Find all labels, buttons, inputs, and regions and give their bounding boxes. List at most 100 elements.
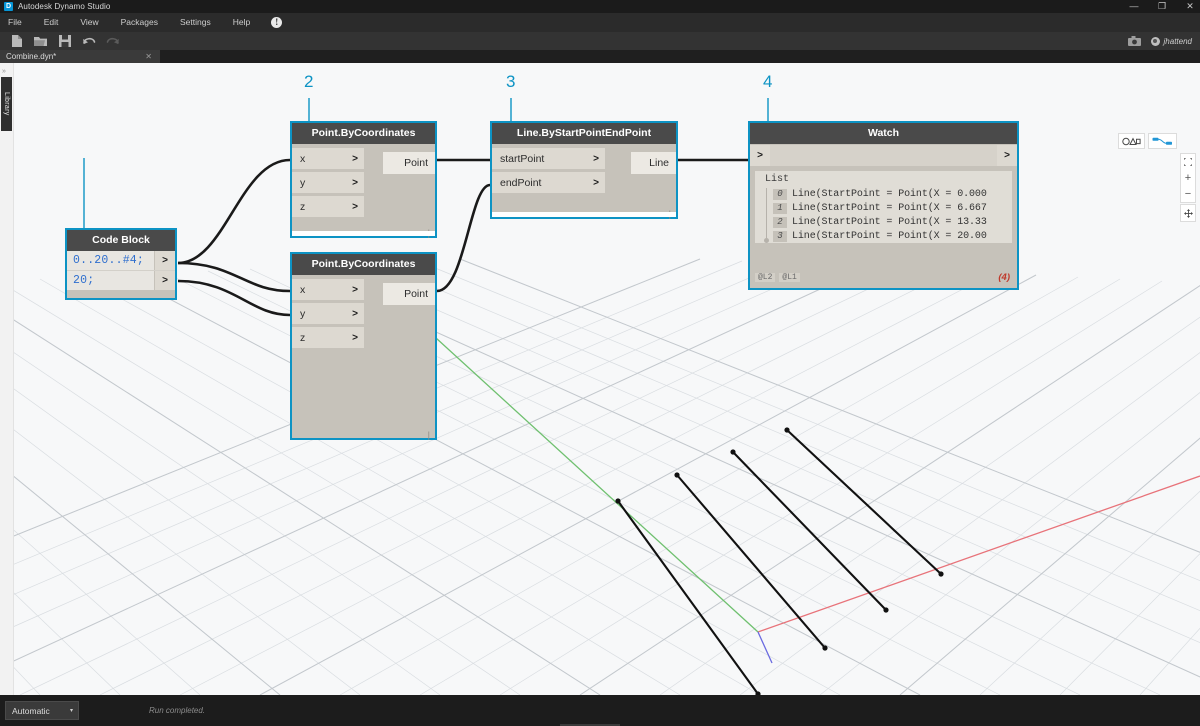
open-folder-icon[interactable] bbox=[33, 34, 48, 49]
close-icon[interactable]: ✕ bbox=[1184, 2, 1196, 11]
new-file-icon[interactable] bbox=[9, 34, 24, 49]
code-line-text: 0..20..#4; bbox=[73, 254, 144, 267]
port-label: y bbox=[300, 177, 305, 189]
status-bar: Automatic ▾ Run completed. bbox=[0, 695, 1200, 726]
node-watch[interactable]: Watch > > List 0 Line(StartPoint = Point… bbox=[748, 121, 1019, 290]
node-body: x > y > z > Point | bbox=[292, 279, 435, 442]
viewport-zoom-controls: + − bbox=[1180, 153, 1196, 203]
tab-label: Combine.dyn* bbox=[6, 52, 56, 61]
input-port-y[interactable]: y > bbox=[292, 303, 364, 325]
callout-3: 3 bbox=[506, 72, 515, 92]
code-line[interactable]: 0..20..#4; > bbox=[67, 251, 175, 271]
port-label: startPoint bbox=[500, 153, 544, 165]
code-line[interactable]: 20; > bbox=[67, 271, 175, 290]
node-preview-strip bbox=[492, 212, 676, 217]
watch-list-item[interactable]: 0 Line(StartPoint = Point(X = 0.000 bbox=[773, 187, 987, 201]
tab-close-icon[interactable]: ✕ bbox=[145, 50, 152, 63]
watch-output-port[interactable]: > bbox=[997, 145, 1017, 166]
workspace-canvas[interactable]: » Library 1 2 3 4 Code Block 0..20..#4; bbox=[0, 63, 1200, 695]
watch-footer: @L2 @L1 (4) bbox=[755, 271, 1012, 284]
zoom-out-button[interactable]: − bbox=[1181, 186, 1195, 202]
lacing-tag-l1[interactable]: @L1 bbox=[779, 273, 799, 282]
list-index: 2 bbox=[773, 217, 787, 228]
input-port-endpoint[interactable]: endPoint > bbox=[492, 172, 605, 194]
user-name: jhattend bbox=[1164, 37, 1192, 46]
watch-list-view[interactable]: List 0 Line(StartPoint = Point(X = 0.000… bbox=[755, 171, 1012, 243]
port-label: x bbox=[300, 284, 305, 296]
node-body: startPoint > endPoint > Line | bbox=[492, 148, 676, 221]
minimize-icon[interactable]: — bbox=[1128, 2, 1140, 11]
node-preview-strip bbox=[292, 231, 435, 236]
node-resize-handle[interactable]: | bbox=[428, 430, 430, 440]
watch-list-spine bbox=[766, 188, 767, 240]
watch-list-item[interactable]: 3 Line(StartPoint = Point(X = 20.00 bbox=[773, 229, 987, 243]
menu-packages[interactable]: Packages bbox=[110, 13, 169, 32]
save-icon[interactable] bbox=[57, 34, 72, 49]
watch-list-item[interactable]: 1 Line(StartPoint = Point(X = 6.667 bbox=[773, 201, 987, 215]
pan-button[interactable] bbox=[1180, 204, 1196, 222]
maximize-icon[interactable]: ❐ bbox=[1156, 2, 1168, 11]
watch-port-spacer bbox=[770, 145, 997, 166]
port-label: Point bbox=[404, 288, 428, 300]
port-chevron-icon: > bbox=[352, 201, 358, 212]
menu-help[interactable]: Help bbox=[222, 13, 261, 32]
code-block-output-port-0[interactable]: > bbox=[154, 251, 175, 270]
redo-icon bbox=[105, 34, 120, 49]
item-count-badge: (4) bbox=[998, 272, 1010, 283]
tab-strip: Combine.dyn* ✕ bbox=[0, 50, 1200, 63]
menu-settings[interactable]: Settings bbox=[169, 13, 222, 32]
watch-list-item[interactable]: 2 Line(StartPoint = Point(X = 13.33 bbox=[773, 215, 987, 229]
app-logo-icon: D bbox=[4, 2, 13, 11]
input-port-x[interactable]: x > bbox=[292, 148, 364, 170]
toolbar: jhattend bbox=[0, 32, 1200, 50]
port-chevron-icon: > bbox=[593, 177, 599, 188]
zoom-in-button[interactable]: + bbox=[1181, 170, 1195, 186]
node-point-bycoordinates-1[interactable]: Point.ByCoordinates x > y > z > Point | bbox=[290, 121, 437, 238]
input-port-startpoint[interactable]: startPoint > bbox=[492, 148, 605, 170]
window-controls: — ❐ ✕ bbox=[1128, 0, 1196, 13]
input-port-x[interactable]: x > bbox=[292, 279, 364, 301]
watch-input-port[interactable]: > bbox=[750, 145, 770, 166]
port-label: endPoint bbox=[500, 177, 541, 189]
run-status-text: Run completed. bbox=[149, 706, 205, 715]
code-block-output-port-1[interactable]: > bbox=[154, 271, 175, 290]
viewport-toggle-group bbox=[1118, 133, 1177, 149]
user-account[interactable]: jhattend bbox=[1151, 37, 1192, 46]
menu-file[interactable]: File bbox=[0, 13, 33, 32]
tab-combine-dyn[interactable]: Combine.dyn* ✕ bbox=[0, 50, 160, 63]
graph-view-icon[interactable] bbox=[1148, 133, 1177, 149]
output-port-line[interactable]: Line bbox=[631, 152, 676, 174]
window-title: Autodesk Dynamo Studio bbox=[18, 2, 110, 11]
callout-4: 4 bbox=[763, 72, 772, 92]
menu-edit[interactable]: Edit bbox=[33, 13, 70, 32]
list-index: 0 bbox=[773, 189, 787, 200]
chevron-down-icon: ▾ bbox=[70, 707, 73, 714]
input-port-z[interactable]: z > bbox=[292, 196, 364, 218]
node-title: Watch bbox=[750, 123, 1017, 144]
geometry-view-icon[interactable] bbox=[1118, 133, 1145, 149]
port-chevron-icon: > bbox=[352, 308, 358, 319]
title-bar: D Autodesk Dynamo Studio — ❐ ✕ bbox=[0, 0, 1200, 13]
node-point-bycoordinates-2[interactable]: Point.ByCoordinates x > y > z > Point | bbox=[290, 252, 437, 440]
tab-strip-empty bbox=[160, 50, 1200, 63]
watch-port-row: > > bbox=[750, 144, 1017, 168]
lacing-tag-l2[interactable]: @L2 bbox=[755, 273, 775, 282]
output-port-point[interactable]: Point bbox=[383, 283, 435, 305]
list-value: Line(StartPoint = Point(X = 6.667 bbox=[792, 203, 987, 214]
node-line-bystartpointendpoint[interactable]: Line.ByStartPointEndPoint startPoint > e… bbox=[490, 121, 678, 219]
toolbar-right: jhattend bbox=[1127, 32, 1196, 50]
node-code-block[interactable]: Code Block 0..20..#4; > 20; > bbox=[65, 228, 177, 300]
code-block-editor[interactable]: 0..20..#4; > 20; > bbox=[67, 251, 175, 290]
menu-view[interactable]: View bbox=[69, 13, 109, 32]
input-port-y[interactable]: y > bbox=[292, 172, 364, 194]
undo-icon[interactable] bbox=[81, 34, 96, 49]
port-chevron-icon: > bbox=[352, 153, 358, 164]
zoom-fit-icon[interactable] bbox=[1181, 154, 1195, 170]
run-mode-dropdown[interactable]: Automatic ▾ bbox=[5, 701, 79, 720]
camera-icon[interactable] bbox=[1127, 32, 1143, 50]
port-label: y bbox=[300, 308, 305, 320]
output-port-point[interactable]: Point bbox=[383, 152, 435, 174]
menu-bar: File Edit View Packages Settings Help ! bbox=[0, 13, 1200, 32]
info-icon[interactable]: ! bbox=[271, 17, 282, 28]
input-port-z[interactable]: z > bbox=[292, 327, 364, 349]
